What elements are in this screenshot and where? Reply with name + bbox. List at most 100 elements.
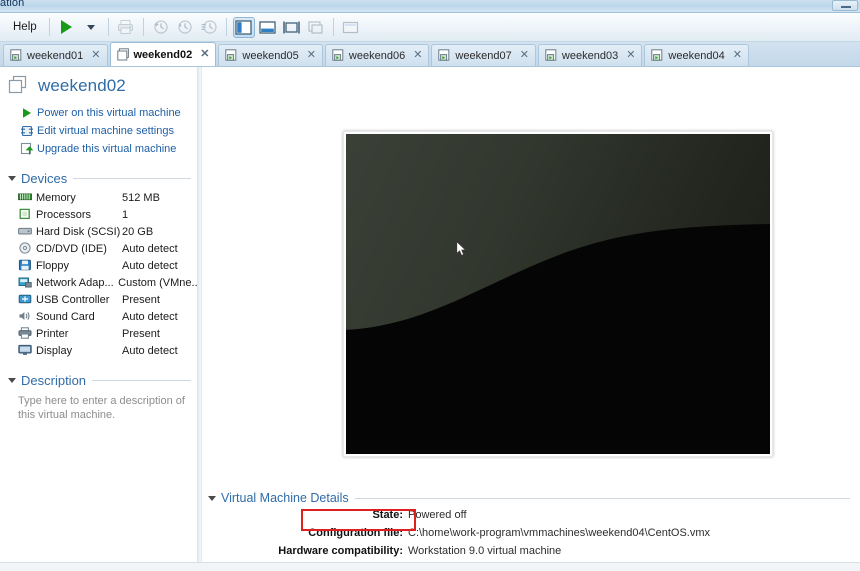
wallpaper-wave-shape — [346, 223, 770, 454]
chevron-down-icon — [86, 24, 95, 30]
console-view-button[interactable] — [340, 17, 362, 38]
description-header-label: Description — [21, 373, 87, 388]
description-section-header[interactable]: Description — [8, 373, 197, 388]
harddisk-icon — [18, 225, 32, 238]
vm-icon — [8, 75, 32, 97]
device-row-network-adapter[interactable]: Network Adap... Custom (VMne... — [0, 274, 197, 291]
tab-weekend07[interactable]: weekend07 ✕ — [431, 44, 536, 66]
device-value: Auto detect — [122, 259, 178, 272]
detail-key: State: — [372, 509, 403, 521]
chevron-down-icon — [8, 176, 16, 181]
tab-weekend02[interactable]: weekend02 ✕ — [109, 42, 217, 66]
device-value: Present — [122, 293, 160, 306]
tab-weekend06[interactable]: weekend06 ✕ — [324, 44, 430, 66]
device-row-memory[interactable]: Memory 512 MB — [0, 189, 197, 206]
snapshot-add-icon — [154, 20, 168, 34]
device-name: CD/DVD (IDE) — [36, 242, 107, 255]
detail-key: Configuration file: — [308, 527, 403, 539]
device-name: Printer — [36, 327, 69, 340]
detail-row-configuration-file: Configuration file: C:\home\work-program… — [208, 526, 850, 541]
fullscreen-icon — [283, 21, 300, 33]
usb-icon — [18, 293, 32, 306]
vm-screen-preview[interactable] — [343, 131, 773, 457]
device-row-usb-controller[interactable]: USB Controller Present — [0, 291, 197, 308]
tab-weekend03[interactable]: weekend03 ✕ — [537, 44, 643, 66]
close-icon[interactable]: ✕ — [307, 50, 316, 61]
unity-button[interactable] — [305, 17, 327, 38]
tab-weekend01[interactable]: weekend01 ✕ — [3, 44, 108, 66]
device-name: Network Adap... — [36, 276, 114, 289]
close-icon[interactable]: ✕ — [413, 50, 422, 61]
power-dropdown-button[interactable] — [80, 17, 102, 38]
action-label: Upgrade this virtual machine — [37, 143, 177, 155]
device-name: Display — [36, 344, 73, 357]
close-icon[interactable]: ✕ — [733, 50, 742, 61]
memory-icon — [18, 191, 32, 204]
description-input[interactable]: Type here to enter a description of this… — [0, 391, 197, 422]
devices-section-header[interactable]: Devices — [8, 171, 197, 186]
device-row-floppy[interactable]: Floppy Auto detect — [0, 257, 197, 274]
edit-vm-settings-link[interactable]: Edit virtual machine settings — [20, 123, 197, 139]
floppy-icon — [18, 259, 32, 272]
vm-summary-sidebar: weekend02 Power on this virtual machine — [0, 67, 198, 562]
details-section-header[interactable]: Virtual Machine Details — [208, 491, 850, 505]
status-bar — [0, 562, 860, 571]
menu-help[interactable]: Help — [6, 18, 44, 37]
close-icon[interactable]: ✕ — [200, 49, 209, 60]
vm-icon — [225, 49, 238, 62]
show-thumbnail-bar-button[interactable] — [257, 17, 279, 38]
toolbar: Help — [0, 13, 860, 42]
vm-icon — [438, 49, 451, 62]
device-value: Auto detect — [122, 310, 178, 323]
action-label: Edit virtual machine settings — [37, 125, 174, 137]
snapshot-manager-icon — [201, 20, 217, 34]
snapshot-manager-button[interactable] — [198, 17, 220, 38]
divider — [354, 497, 850, 499]
play-icon — [61, 20, 73, 34]
take-snapshot-button[interactable] — [150, 17, 172, 38]
toolbar-separator — [332, 18, 334, 36]
toolbar-separator — [142, 18, 144, 36]
thumbnail-bar-icon — [259, 20, 276, 34]
minimize-button[interactable] — [832, 0, 858, 11]
detail-value: Workstation 9.0 virtual machine — [408, 545, 562, 557]
device-row-cd-dvd[interactable]: CD/DVD (IDE) Auto detect — [0, 240, 197, 257]
tab-label: weekend02 — [133, 48, 193, 61]
detail-key: Hardware compatibility: — [278, 545, 403, 557]
toolbar-separator — [48, 18, 50, 36]
upgrade-vm-link[interactable]: Upgrade this virtual machine — [20, 141, 197, 157]
vm-icon — [545, 49, 558, 62]
print-button[interactable] — [115, 17, 137, 38]
tab-weekend04[interactable]: weekend04 ✕ — [644, 44, 749, 66]
close-icon[interactable]: ✕ — [91, 50, 100, 61]
chevron-down-icon — [208, 495, 216, 501]
device-row-sound-card[interactable]: Sound Card Auto detect — [0, 308, 197, 325]
revert-snapshot-button[interactable] — [174, 17, 196, 38]
toolbar-separator — [225, 18, 227, 36]
detail-row-state: State: Powered off — [208, 508, 850, 523]
device-value: Auto detect — [122, 242, 178, 255]
full-screen-button[interactable] — [281, 17, 303, 38]
device-row-display[interactable]: Display Auto detect — [0, 342, 197, 359]
page-title: weekend02 — [38, 76, 126, 95]
tab-weekend05[interactable]: weekend05 ✕ — [218, 44, 323, 66]
vm-details-section: Virtual Machine Details State: Powered o… — [208, 491, 850, 559]
network-icon — [18, 276, 32, 289]
close-icon[interactable]: ✕ — [520, 50, 529, 61]
window-controls — [832, 0, 858, 11]
close-icon[interactable]: ✕ — [626, 50, 635, 61]
device-row-processors[interactable]: Processors 1 — [0, 206, 197, 223]
snapshot-revert-icon — [178, 20, 192, 34]
upgrade-icon — [20, 142, 34, 156]
display-icon — [18, 344, 32, 357]
show-library-button[interactable] — [232, 16, 255, 38]
device-row-hard-disk[interactable]: Hard Disk (SCSI) 20 GB — [0, 223, 197, 240]
devices-header-label: Devices — [21, 171, 68, 186]
device-row-printer[interactable]: Printer Present — [0, 325, 197, 342]
device-value: Custom (VMne... — [118, 276, 197, 289]
power-on-vm-link[interactable]: Power on this virtual machine — [20, 105, 197, 121]
power-on-button[interactable] — [56, 17, 78, 38]
sidebar-splitter[interactable] — [198, 67, 202, 562]
device-value: Auto detect — [122, 344, 178, 357]
tab-strip: weekend01 ✕ weekend02 ✕ weekend05 ✕ week… — [0, 42, 860, 67]
